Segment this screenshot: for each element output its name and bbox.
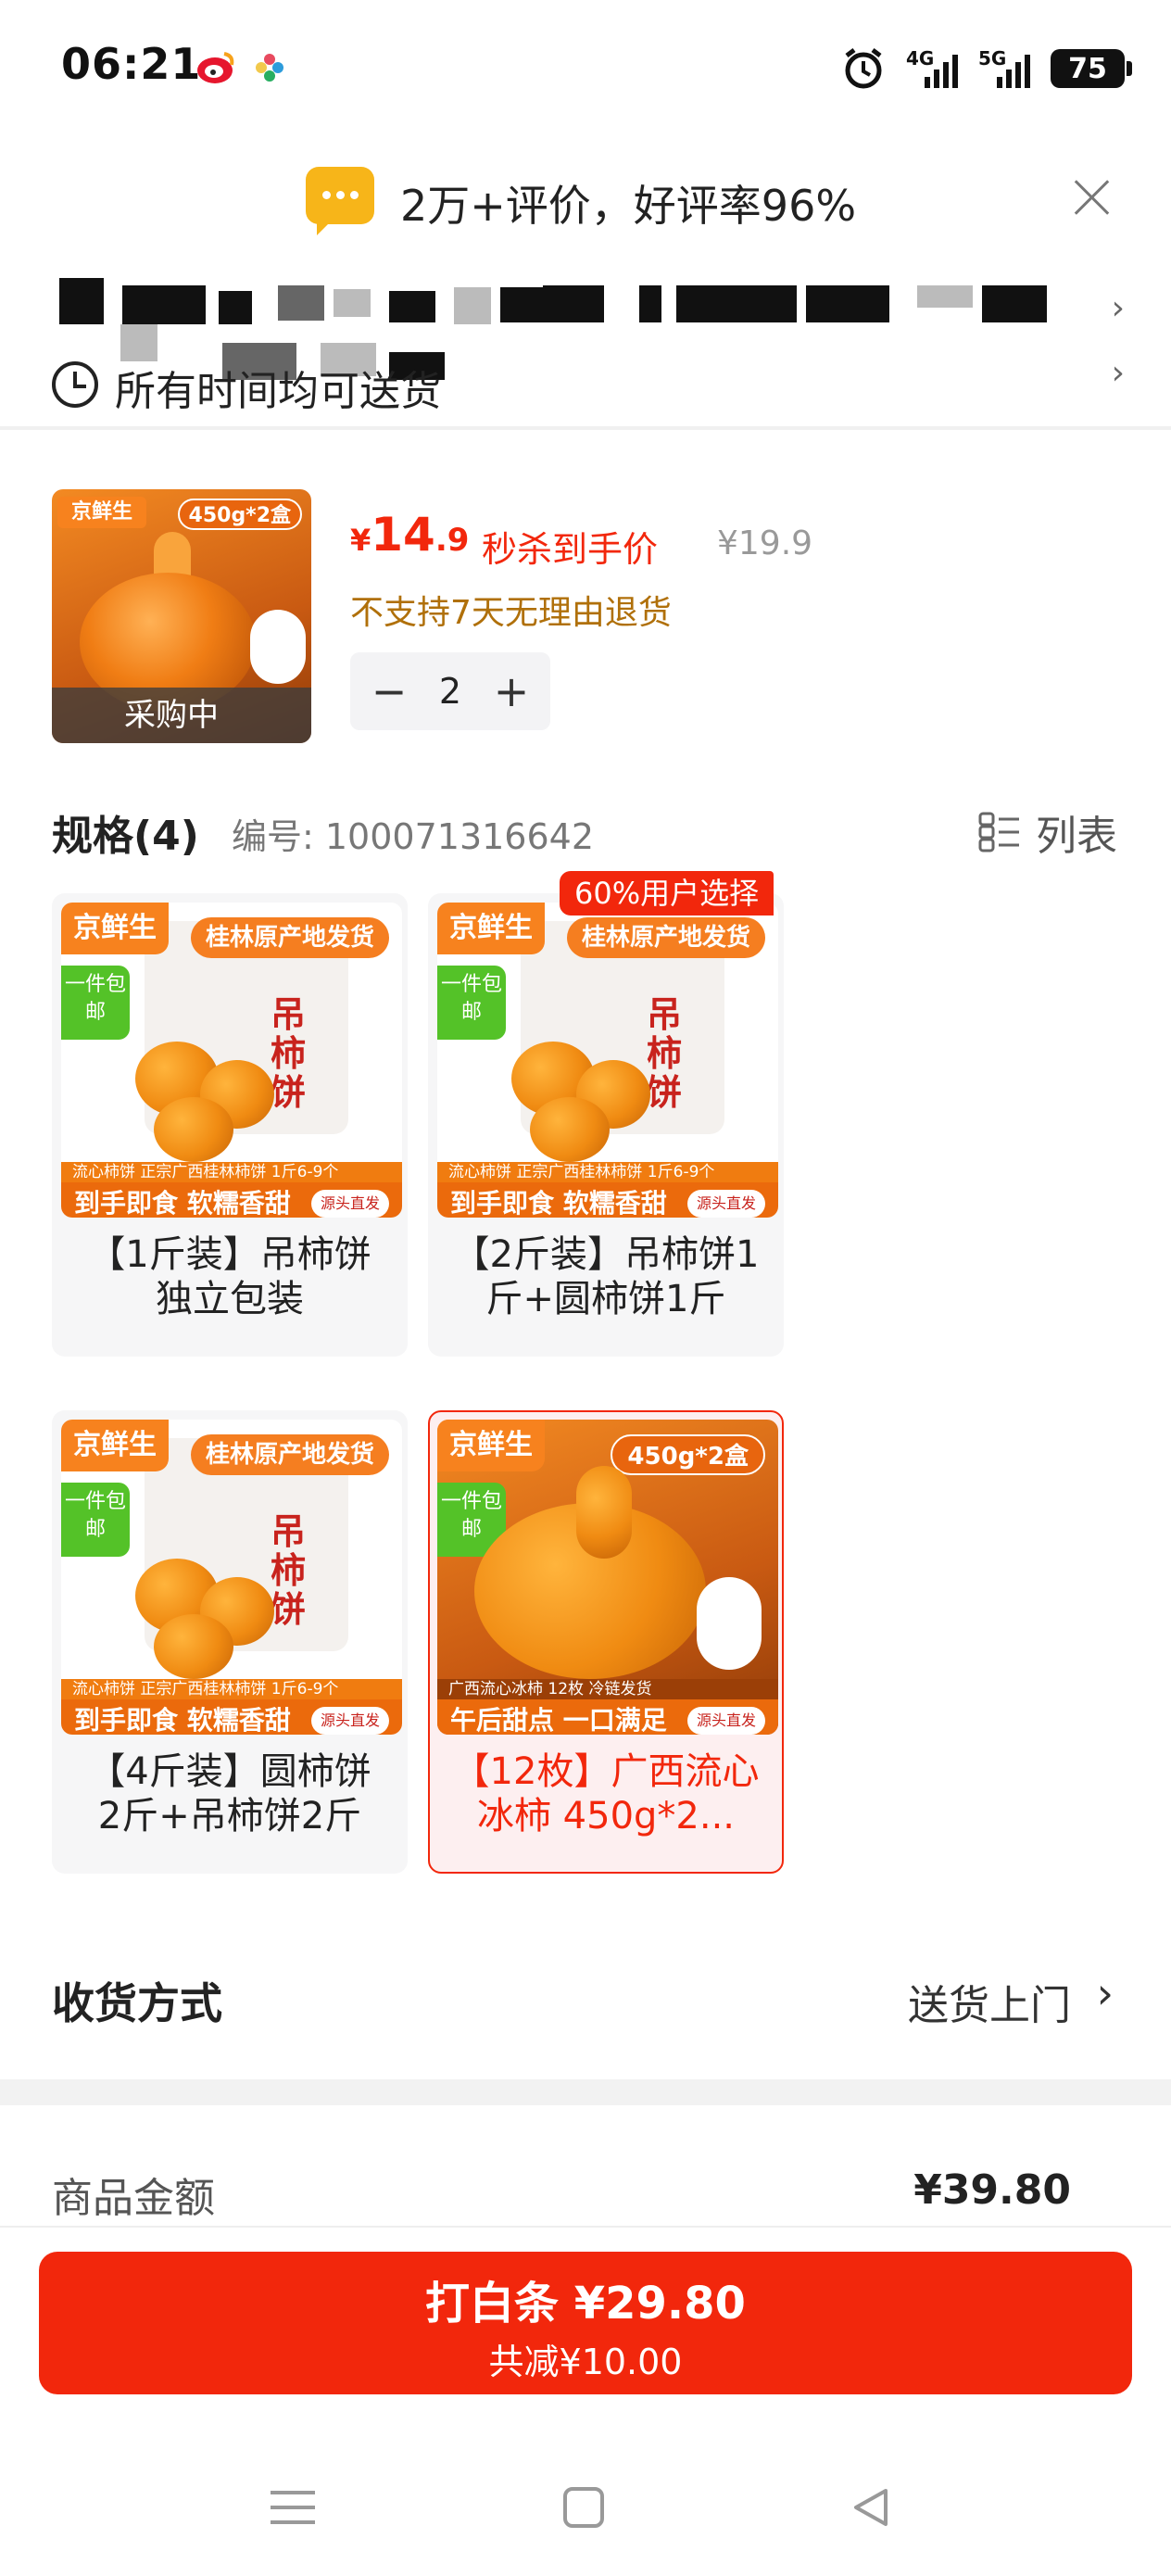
spec-option-line2: 冰柿 450g*2... — [476, 1795, 736, 1837]
spec-option-line2: 独立包装 — [156, 1278, 304, 1320]
free-shipping-badge: 一件包邮 — [61, 1483, 130, 1557]
back-icon[interactable] — [849, 2485, 893, 2530]
spec-option-label: 【1斤装】吊柿饼 独立包装 — [54, 1232, 406, 1321]
clock-icon — [52, 361, 98, 408]
product-strip: 广西流心冰柿 12枚 冷链发货 — [437, 1679, 778, 1699]
review-banner: 2万+评价，好评率96% — [0, 167, 1171, 241]
source-badge: 源头直发 — [311, 1190, 389, 1218]
message-bubble-icon — [306, 167, 374, 235]
spec-option-line1: 【2斤装】吊柿饼1 — [452, 1233, 760, 1276]
brand-badge: 京鲜生 — [61, 903, 169, 954]
product-strip: 流心柿饼 正宗广西桂林柿饼 1斤6-9个 — [61, 1679, 402, 1699]
quantity-stepper: − 2 + — [350, 652, 550, 730]
section-divider — [0, 2079, 1171, 2105]
brand-badge: 京鲜生 — [437, 1420, 545, 1471]
popular-choice-tag: 60%用户选择 — [560, 871, 774, 915]
spec-option-card-selected[interactable]: 京鲜生 450g*2盒 一件包邮 广西流心冰柿 12枚 冷链发货 午后甜点 一口… — [428, 1410, 784, 1874]
amount-value: ¥39.80 — [913, 2166, 1071, 2214]
spec-option-image: 京鲜生 450g*2盒 一件包邮 广西流心冰柿 12枚 冷链发货 午后甜点 一口… — [437, 1420, 778, 1735]
amount-label: 商品金额 — [52, 2175, 215, 2222]
price-currency: ¥ — [350, 523, 371, 558]
menu-icon[interactable] — [271, 2489, 315, 2526]
flash-price: ¥ 14 .9 — [350, 508, 469, 562]
spec-option-card[interactable]: 京鲜生 桂林原产地发货 一件包邮 吊柿饼 流心柿饼 正宗广西桂林柿饼 1斤6-9… — [52, 1410, 408, 1874]
pay-button-label: 打白条 ¥29.80 — [425, 2278, 746, 2330]
brand-badge: 京鲜生 — [57, 497, 146, 528]
signal-5g-icon: 5G — [978, 47, 1030, 90]
original-price: ¥19.9 — [717, 524, 813, 562]
spec-option-image: 京鲜生 桂林原产地发货 一件包邮 吊柿饼 流心柿饼 正宗广西桂林柿饼 1斤6-9… — [437, 903, 778, 1218]
increase-button[interactable]: + — [491, 666, 532, 716]
spec-option-card[interactable]: 京鲜生 桂林原产地发货 一件包邮 吊柿饼 流心柿饼 正宗广西桂林柿饼 1斤6-9… — [428, 893, 784, 1357]
status-bar: 06:21 4G 5G 75 — [0, 0, 1171, 130]
system-navigation-bar — [0, 2446, 1171, 2576]
address-row[interactable]: › — [0, 269, 1171, 343]
review-text: 2万+评价，好评率96% — [400, 181, 857, 231]
status-right: 4G 5G 75 — [841, 43, 1132, 95]
origin-badge: 桂林原产地发货 — [190, 917, 389, 958]
battery-icon: 75 — [1051, 49, 1132, 88]
return-policy: 不支持7天无理由退货 — [350, 594, 672, 632]
spec-title: 规格(4) — [52, 813, 199, 860]
spec-option-card[interactable]: 京鲜生 桂林原产地发货 一件包邮 吊柿饼 流心柿饼 正宗广西桂林柿饼 1斤6-9… — [52, 893, 408, 1357]
chevron-right-icon: › — [1111, 289, 1125, 327]
price-integer: 14 — [371, 508, 435, 562]
source-badge: 源头直发 — [687, 1190, 765, 1218]
delivery-time-text: 所有时间均可送货 — [115, 368, 441, 415]
weibo-icon — [197, 52, 234, 83]
mascot-icon — [250, 610, 306, 684]
chevron-right-icon[interactable]: › — [1097, 1968, 1114, 2018]
quantity-value: 2 — [438, 671, 462, 712]
mascot-icon — [697, 1577, 762, 1670]
product-code: 编号: 100071316642 — [232, 816, 595, 857]
home-icon[interactable] — [563, 2487, 604, 2528]
quantity-badge: 450g*2盒 — [611, 1434, 765, 1475]
source-badge: 源头直发 — [687, 1707, 765, 1735]
receive-method-value[interactable]: 送货上门 — [908, 1972, 1071, 2031]
divider — [0, 426, 1171, 430]
divider — [0, 2226, 1171, 2228]
source-badge: 源头直发 — [311, 1707, 389, 1735]
product-thumbnail[interactable]: 京鲜生 450g*2盒 采购中 — [52, 489, 311, 743]
list-view-toggle[interactable]: 列表 — [978, 802, 1117, 862]
list-icon — [978, 812, 1019, 852]
close-icon[interactable] — [1069, 174, 1115, 221]
quantity-badge: 450g*2盒 — [177, 499, 302, 530]
decrease-button[interactable]: − — [369, 666, 409, 716]
spec-option-line2: 2斤+吊柿饼2斤 — [97, 1795, 362, 1837]
chevron-right-icon: › — [1111, 354, 1125, 392]
list-toggle-label: 列表 — [1036, 813, 1117, 860]
spec-option-image: 京鲜生 桂林原产地发货 一件包邮 吊柿饼 流心柿饼 正宗广西桂林柿饼 1斤6-9… — [61, 903, 402, 1218]
spec-option-label: 【12枚】广西流心 冰柿 450g*2... — [430, 1749, 782, 1838]
buying-label: 采购中 — [52, 688, 311, 743]
status-time: 06:21 — [61, 39, 202, 89]
spec-option-line1: 【1斤装】吊柿饼 — [88, 1233, 371, 1276]
brand-badge: 京鲜生 — [437, 903, 545, 954]
free-shipping-badge: 一件包邮 — [61, 966, 130, 1040]
free-shipping-badge: 一件包邮 — [437, 966, 506, 1040]
brand-badge: 京鲜生 — [61, 1420, 169, 1471]
price-label: 秒杀到手价 — [482, 529, 659, 570]
origin-badge: 桂林原产地发货 — [190, 1434, 389, 1475]
spec-option-line2: 斤+圆柿饼1斤 — [485, 1278, 726, 1320]
product-strip: 流心柿饼 正宗广西桂林柿饼 1斤6-9个 — [61, 1162, 402, 1182]
signal-4g-icon: 4G — [906, 47, 958, 90]
spec-option-line1: 【4斤装】圆柿饼 — [88, 1750, 371, 1793]
pay-button[interactable]: 打白条 ¥29.80 共减¥10.00 — [39, 2252, 1132, 2394]
receive-method-label: 收货方式 — [52, 1978, 222, 2028]
spec-option-label: 【4斤装】圆柿饼 2斤+吊柿饼2斤 — [54, 1749, 406, 1838]
pay-button-discount: 共减¥10.00 — [488, 2342, 683, 2382]
alarm-icon — [845, 48, 882, 89]
spec-option-line1: 【12枚】广西流心 — [452, 1750, 760, 1793]
app-flower-icon — [256, 54, 283, 82]
product-strip: 流心柿饼 正宗广西桂林柿饼 1斤6-9个 — [437, 1162, 778, 1182]
origin-badge: 桂林原产地发货 — [566, 917, 765, 958]
price-decimal: .9 — [434, 522, 470, 559]
redacted-block — [59, 278, 104, 324]
spec-option-label: 【2斤装】吊柿饼1 斤+圆柿饼1斤 — [430, 1232, 782, 1321]
spec-option-image: 京鲜生 桂林原产地发货 一件包邮 吊柿饼 流心柿饼 正宗广西桂林柿饼 1斤6-9… — [61, 1420, 402, 1735]
